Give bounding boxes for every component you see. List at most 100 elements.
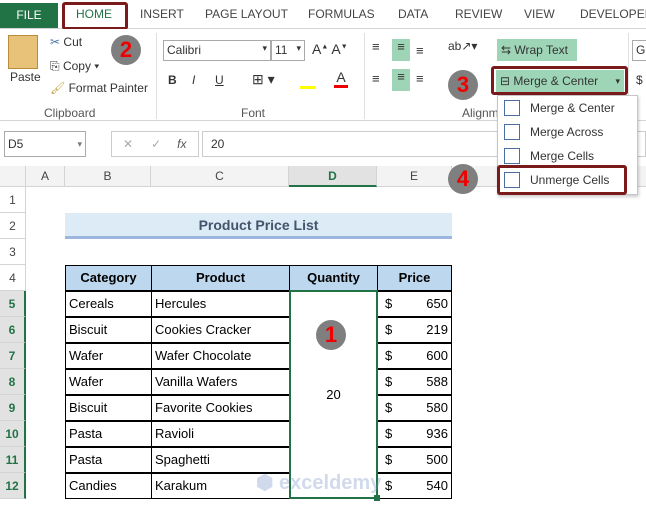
font-name-value: Calibri [167,43,202,57]
category-cell[interactable]: Cereals [65,291,152,317]
price-cell[interactable]: $219 [377,317,452,343]
currency-symbol: $ [385,296,393,311]
column-header-e[interactable]: E [377,166,452,187]
column-header-c[interactable]: C [151,166,289,187]
increase-font-icon[interactable]: A▲ A▼ [312,41,348,57]
bold-button[interactable]: B [168,73,177,87]
category-cell[interactable]: Pasta [65,421,152,447]
row-header[interactable]: 3 [0,239,26,265]
category-cell[interactable]: Biscuit [65,395,152,421]
borders-icon[interactable]: ⊞ ▾ [252,71,275,88]
formula-controls: ✕ ✓ fx [111,131,199,157]
row-header[interactable]: 6 [0,317,26,343]
header-product[interactable]: Product [151,265,290,291]
cut-label: Cut [63,35,83,49]
menu-item-merge-center[interactable]: Merge & Center [498,96,637,120]
row-header[interactable]: 11 [0,447,26,473]
product-cell[interactable]: Cookies Cracker [151,317,290,343]
paste-icon[interactable] [8,35,38,69]
align-left-icon[interactable]: ≡ [372,71,380,86]
bottom-align-icon[interactable]: ≡ [416,43,424,58]
top-align-icon[interactable]: ≡ [372,39,380,54]
row-header[interactable]: 12 [0,473,26,499]
row-header[interactable]: 9 [0,395,26,421]
category-cell[interactable]: Candies [65,473,152,499]
category-cell[interactable]: Wafer [65,369,152,395]
product-cell[interactable]: Vanilla Wafers [151,369,290,395]
font-size-value: 11 [275,43,288,57]
product-cell[interactable]: Favorite Cookies [151,395,290,421]
row-header[interactable]: 10 [0,421,26,447]
format-painter-button[interactable]: 🖌 Format Painter [50,81,148,95]
select-all-button[interactable] [0,166,26,187]
align-right-icon[interactable]: ≡ [416,71,424,86]
row-header[interactable]: 7 [0,343,26,369]
watermark-logo: ⬢ exceldemy [256,472,382,494]
name-box[interactable]: D5 ▾ [4,131,86,157]
enter-icon[interactable]: ✓ [151,137,161,151]
row-header[interactable]: 1 [0,187,26,213]
cut-button[interactable]: ✂ Cut [50,35,82,49]
format-painter-label: Format Painter [68,81,148,95]
tab-formulas[interactable]: FORMULAS [308,7,375,21]
fx-icon[interactable]: fx [177,137,186,151]
price-cell[interactable]: $500 [377,447,452,473]
sheet-title[interactable]: Product Price List [65,213,452,239]
paste-button[interactable]: Paste [10,70,41,84]
price-cell[interactable]: $588 [377,369,452,395]
align-center-icon[interactable]: ≡ [392,69,410,91]
header-quantity[interactable]: Quantity [289,265,378,291]
fill-handle[interactable] [374,495,380,501]
row-header[interactable]: 5 [0,291,26,317]
header-category[interactable]: Category [65,265,152,291]
column-header-a[interactable]: A [26,166,65,187]
tab-insert[interactable]: INSERT [140,7,184,21]
price-value: 500 [426,452,448,467]
font-name-select[interactable]: Calibri ▾ [163,40,271,61]
underline-button[interactable]: U [215,73,224,87]
font-color-icon[interactable]: A [334,69,348,88]
font-size-select[interactable]: 11 ▾ [271,40,305,61]
tab-developer[interactable]: DEVELOPER [580,7,646,21]
currency-button[interactable]: $ [636,73,643,87]
category-cell[interactable]: Wafer [65,343,152,369]
row-header[interactable]: 4 [0,265,26,291]
tab-file[interactable]: FILE [0,3,58,28]
font-group-label: Font [241,106,266,120]
menu-item-merge-across[interactable]: Merge Across [498,120,637,144]
tab-data[interactable]: DATA [398,7,428,21]
category-cell[interactable]: Biscuit [65,317,152,343]
price-cell[interactable]: $600 [377,343,452,369]
cancel-icon[interactable]: ✕ [123,137,133,151]
row-header[interactable]: 2 [0,213,26,239]
fill-color-icon[interactable] [300,71,316,89]
currency-symbol: $ [385,322,393,337]
product-cell[interactable]: Ravioli [151,421,290,447]
product-cell[interactable]: Wafer Chocolate [151,343,290,369]
price-cell[interactable]: $540 [377,473,452,499]
middle-align-icon[interactable]: ≡ [392,39,410,61]
category-cell[interactable]: Pasta [65,447,152,473]
wrap-text-button[interactable]: ⇆ Wrap Text [497,39,577,61]
tab-view[interactable]: VIEW [524,7,555,21]
price-cell[interactable]: $936 [377,421,452,447]
copy-button[interactable]: ⎘ Copy ▾ [50,59,99,74]
row-header[interactable]: 8 [0,369,26,395]
tab-review[interactable]: REVIEW [455,7,502,21]
wrap-text-label: Wrap Text [514,43,568,57]
currency-symbol: $ [385,426,393,441]
number-format-select[interactable]: G [632,40,646,61]
header-price[interactable]: Price [377,265,452,291]
column-header-d[interactable]: D [289,166,377,187]
price-cell[interactable]: $580 [377,395,452,421]
currency-symbol: $ [385,478,393,493]
step-badge-3: 3 [448,70,478,100]
italic-button[interactable]: I [192,73,195,87]
tab-page-layout[interactable]: PAGE LAYOUT [205,7,288,21]
home-highlight [62,2,128,30]
orientation-icon[interactable]: ab↗▾ [448,39,477,53]
product-cell[interactable]: Hercules [151,291,290,317]
step-badge-2: 2 [111,35,141,65]
price-cell[interactable]: $650 [377,291,452,317]
column-header-b[interactable]: B [65,166,151,187]
